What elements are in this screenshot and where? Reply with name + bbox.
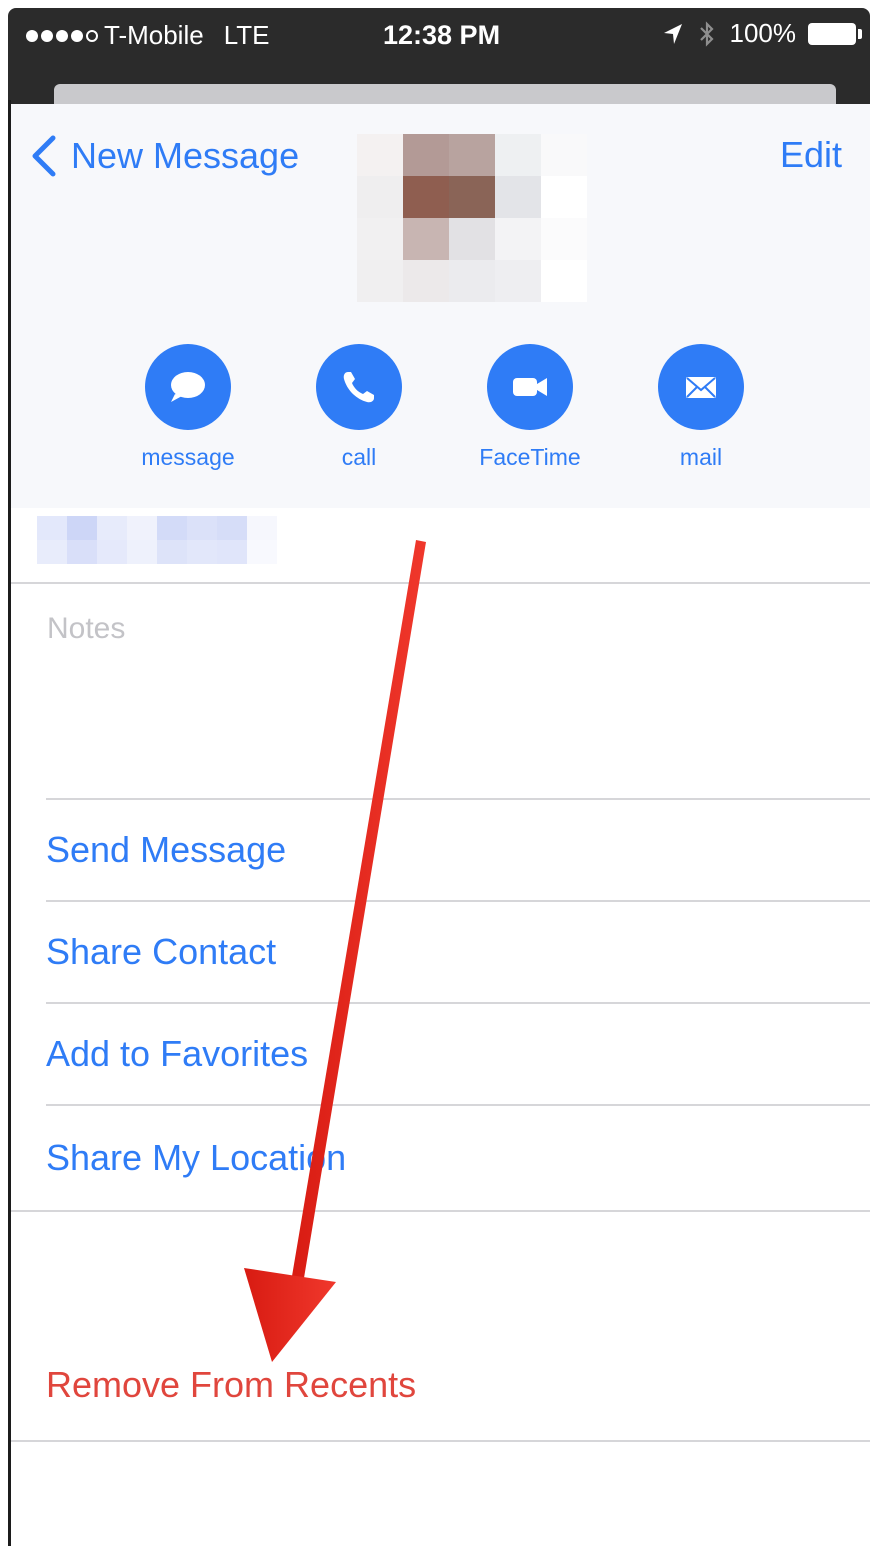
- network-type: LTE: [223, 20, 270, 50]
- bluetooth-icon: [699, 20, 714, 47]
- notes-section[interactable]: Notes: [11, 584, 870, 800]
- envelope-icon: [686, 377, 716, 398]
- card-sheet-edge: [54, 84, 836, 104]
- battery-icon: [808, 22, 862, 45]
- chevron-left-icon: [32, 135, 56, 177]
- signal-strength-icon: [26, 29, 98, 42]
- status-bar: T-Mobile LTE 12:38 PM 100%: [8, 8, 870, 104]
- call-label: call: [341, 444, 377, 470]
- remove-from-recents-button[interactable]: Remove From Recents: [11, 1330, 870, 1442]
- share-contact-button[interactable]: Share Contact: [46, 902, 870, 1004]
- send-message-button[interactable]: Send Message: [46, 800, 870, 902]
- mail-action[interactable]: mail: [636, 344, 766, 471]
- message-button[interactable]: [145, 344, 231, 430]
- mail-label: mail: [679, 444, 723, 470]
- message-action[interactable]: message: [123, 344, 253, 471]
- video-camera-icon: [513, 378, 547, 396]
- screen: T-Mobile LTE 12:38 PM 100% New Message E…: [0, 0, 870, 1546]
- location-arrow-icon: [663, 23, 682, 44]
- back-button[interactable]: New Message: [29, 134, 299, 178]
- section-gap: [11, 1212, 870, 1330]
- notes-label: Notes: [47, 612, 126, 645]
- status-right: 100%: [662, 18, 862, 49]
- status-time: 12:38 PM: [383, 20, 501, 50]
- status-left: T-Mobile LTE: [26, 20, 269, 51]
- speech-bubble-icon: [171, 372, 205, 402]
- edit-button[interactable]: Edit: [780, 134, 842, 176]
- carrier-name: T-Mobile: [104, 20, 204, 50]
- avatar: [357, 134, 587, 304]
- phone-number-row[interactable]: [11, 508, 870, 584]
- facetime-label: FaceTime: [479, 444, 581, 470]
- message-label: message: [141, 444, 235, 470]
- facetime-action[interactable]: FaceTime: [465, 344, 595, 471]
- call-button[interactable]: [316, 344, 402, 430]
- mail-button[interactable]: [658, 344, 744, 430]
- phone-icon: [343, 372, 374, 403]
- quick-actions: message call FaceTime mail: [11, 344, 870, 484]
- contact-header: New Message Edit message call FaceTime m…: [11, 104, 870, 508]
- add-to-favorites-button[interactable]: Add to Favorites: [46, 1004, 870, 1106]
- redacted-phone-number: [37, 516, 277, 564]
- call-action[interactable]: call: [294, 344, 424, 471]
- share-my-location-button[interactable]: Share My Location: [11, 1106, 870, 1212]
- battery-percent: 100%: [729, 18, 797, 48]
- facetime-button[interactable]: [487, 344, 573, 430]
- back-button-label: New Message: [71, 135, 300, 176]
